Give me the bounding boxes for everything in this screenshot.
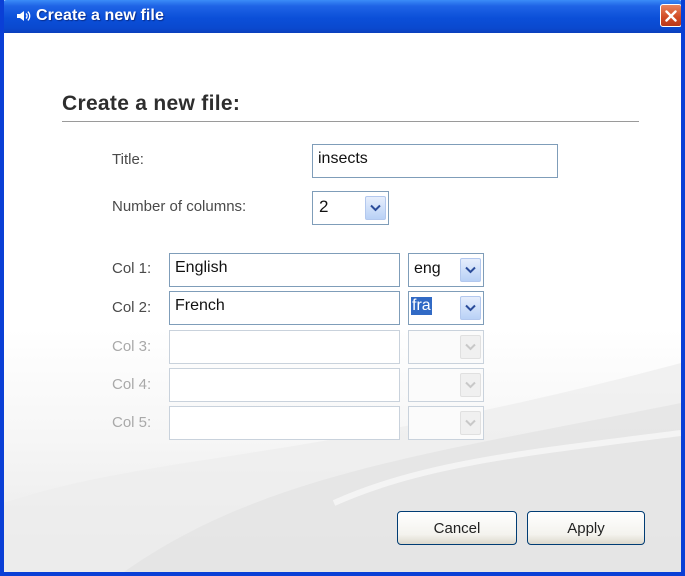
title-input[interactable]: insects bbox=[312, 144, 558, 178]
col-3-language-select[interactable] bbox=[408, 330, 484, 364]
col-1-language-dropdown-button[interactable] bbox=[460, 258, 481, 282]
col-4-language-dropdown-button[interactable] bbox=[460, 373, 481, 397]
col-3-label: Col 3: bbox=[112, 338, 152, 355]
col-3-language-dropdown-button[interactable] bbox=[460, 335, 481, 359]
chevron-down-icon bbox=[465, 304, 476, 312]
col-5-language-dropdown-button[interactable] bbox=[460, 411, 481, 435]
col-1-language-value: eng bbox=[414, 260, 441, 277]
chevron-down-icon bbox=[370, 204, 381, 212]
cancel-button[interactable]: Cancel bbox=[397, 511, 517, 545]
chevron-down-icon bbox=[465, 419, 476, 427]
window-title: Create a new file bbox=[36, 7, 164, 24]
columns-count-value: 2 bbox=[319, 197, 329, 216]
page-heading: Create a new file: bbox=[62, 92, 241, 115]
col-2-name-input[interactable]: French bbox=[169, 291, 400, 325]
col-5-label: Col 5: bbox=[112, 414, 152, 431]
create-file-dialog: Create a new file Create a new file: Tit… bbox=[0, 0, 685, 576]
col-1-name-input[interactable]: English bbox=[169, 253, 400, 287]
chevron-down-icon bbox=[465, 266, 476, 274]
speaker-icon bbox=[17, 11, 31, 21]
col-2-label: Col 2: bbox=[112, 299, 152, 316]
columns-count-label: Number of columns: bbox=[112, 198, 247, 215]
title-bar[interactable]: Create a new file bbox=[4, 0, 681, 33]
col-1-label: Col 1: bbox=[112, 260, 152, 277]
heading-divider bbox=[62, 121, 639, 122]
close-button[interactable] bbox=[660, 4, 681, 27]
apply-button[interactable]: Apply bbox=[527, 511, 645, 545]
close-icon bbox=[665, 9, 677, 22]
col-4-label: Col 4: bbox=[112, 376, 152, 393]
chevron-down-icon bbox=[465, 381, 476, 389]
col-5-name-input[interactable] bbox=[169, 406, 400, 440]
chevron-down-icon bbox=[465, 343, 476, 351]
col-1-language-select[interactable]: eng bbox=[408, 253, 484, 287]
columns-count-dropdown-button[interactable] bbox=[365, 196, 386, 220]
col-5-language-select[interactable] bbox=[408, 406, 484, 440]
col-2-language-dropdown-button[interactable] bbox=[460, 296, 481, 320]
columns-count-select[interactable]: 2 bbox=[312, 191, 389, 225]
col-2-language-select[interactable]: fra bbox=[408, 291, 484, 325]
col-2-language-value: fra bbox=[411, 297, 432, 315]
col-3-name-input[interactable] bbox=[169, 330, 400, 364]
col-4-language-select[interactable] bbox=[408, 368, 484, 402]
col-4-name-input[interactable] bbox=[169, 368, 400, 402]
title-label: Title: bbox=[112, 151, 144, 168]
dialog-body: Create a new file: Title: insects Number… bbox=[4, 33, 681, 572]
